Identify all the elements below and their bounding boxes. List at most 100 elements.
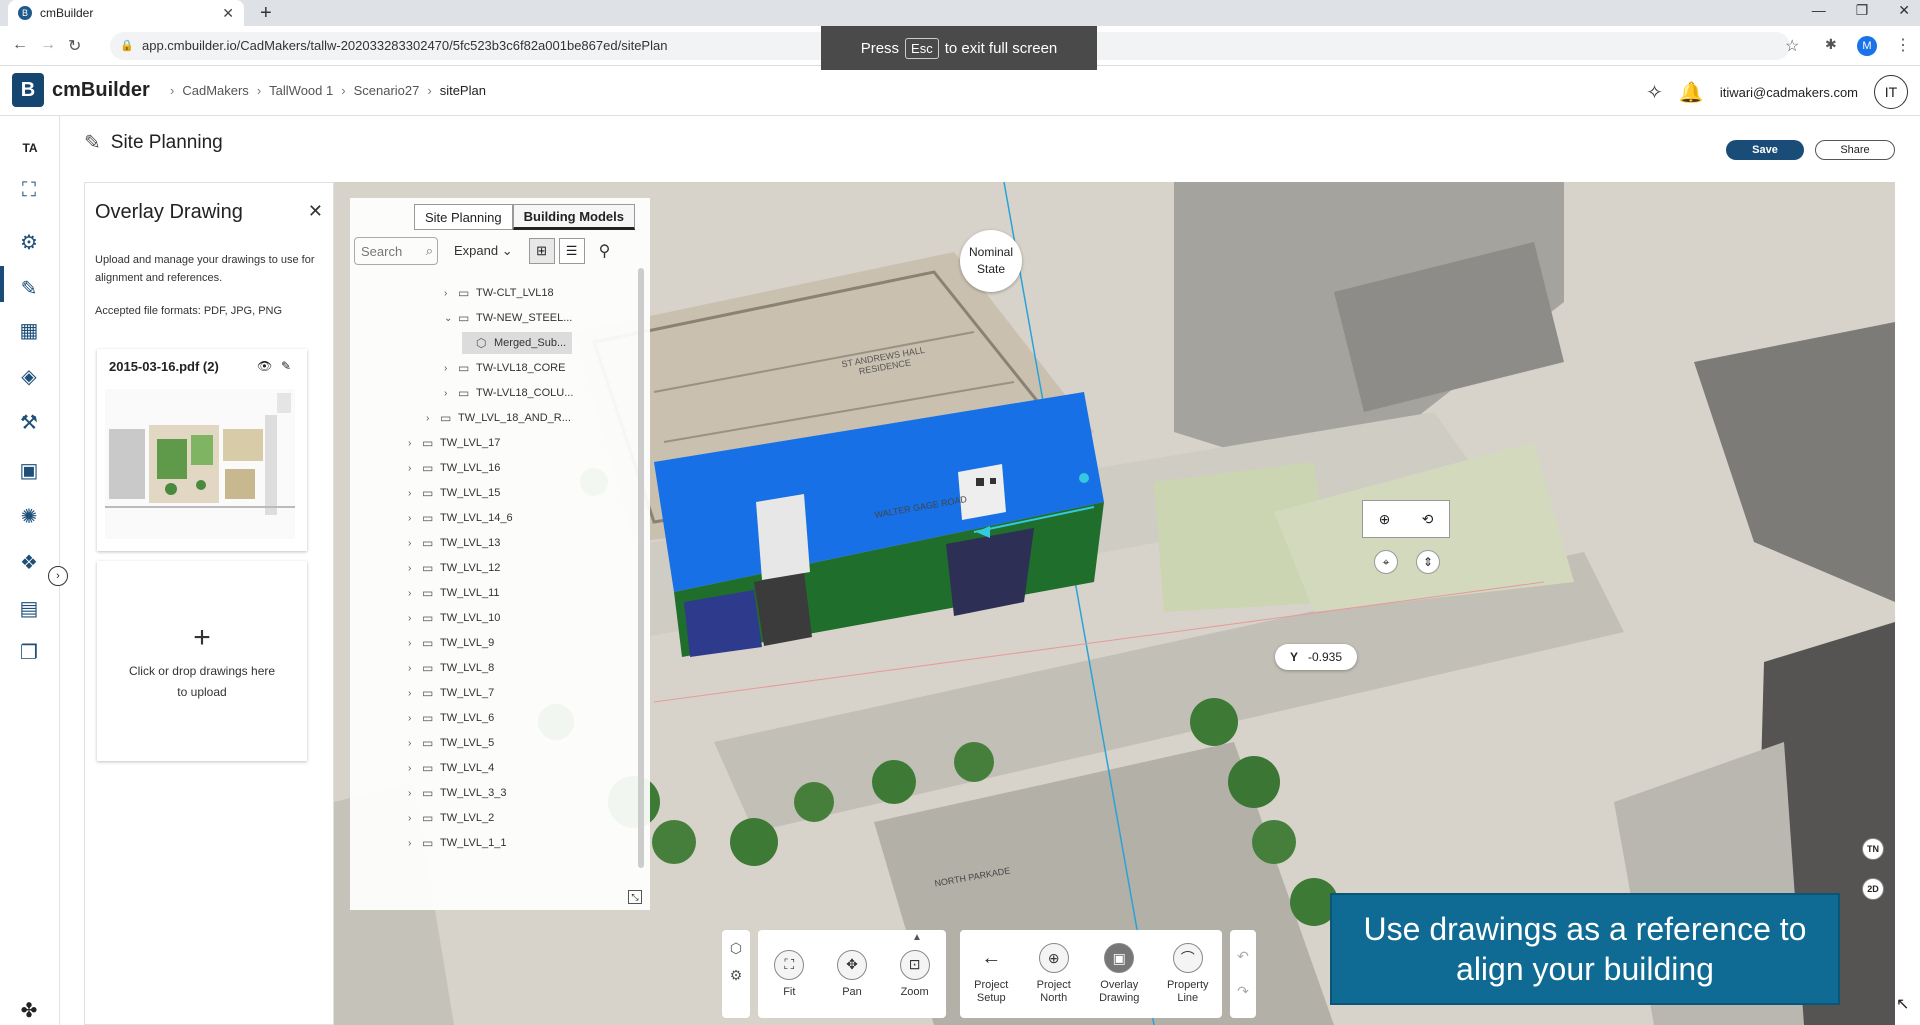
chevron-right-icon[interactable]: › <box>408 713 422 724</box>
chevron-right-icon[interactable]: › <box>408 613 422 624</box>
chevron-right-icon[interactable]: › <box>408 738 422 749</box>
close-window-icon[interactable]: ✕ <box>1898 2 1910 19</box>
edit-pencil-icon[interactable]: ✎ <box>281 359 291 373</box>
breadcrumb-org[interactable]: CadMakers <box>182 83 248 98</box>
rotate-mode-icon[interactable]: ⟲ <box>1422 511 1434 528</box>
tree-row[interactable]: › ▭ TW_LVL_8 <box>408 657 494 679</box>
share-button[interactable]: Share <box>1815 140 1895 160</box>
chevron-up-icon[interactable]: ▲ <box>912 932 922 943</box>
back-icon[interactable]: ← <box>12 36 28 54</box>
chevron-right-icon[interactable]: › <box>444 288 458 299</box>
forward-icon[interactable]: → <box>40 36 56 54</box>
chevron-right-icon[interactable]: › <box>408 463 422 474</box>
team-avatar[interactable]: TA <box>16 134 44 162</box>
browser-tab[interactable]: B cmBuilder ✕ <box>8 0 244 26</box>
bell-icon[interactable]: 🔔 <box>1679 80 1704 105</box>
chevron-right-icon[interactable]: › <box>408 638 422 649</box>
browser-menu-icon[interactable]: ⋮ <box>1895 35 1911 55</box>
tree-row[interactable]: › ▭ TW_LVL_15 <box>408 482 500 504</box>
site-planning-icon[interactable]: ✎ <box>14 274 44 302</box>
chevron-right-icon[interactable]: › <box>408 813 422 824</box>
components-icon[interactable]: ❖ <box>14 548 44 576</box>
undo-icon[interactable]: ↶ <box>1230 948 1256 965</box>
chevron-right-icon[interactable]: › <box>408 588 422 599</box>
upload-dropzone[interactable]: + Click or drop drawings here to upload <box>97 561 307 761</box>
chevron-right-icon[interactable]: › <box>408 763 422 774</box>
tree-row[interactable]: › ▭ TW_LVL_14_6 <box>408 507 513 529</box>
elevation-icon[interactable]: ⇕ <box>1416 550 1440 574</box>
tree-row[interactable]: › ▭ TW-CLT_LVL18 <box>444 282 554 304</box>
redo-icon[interactable]: ↷ <box>1230 983 1256 1000</box>
tab-site-planning[interactable]: Site Planning <box>414 204 513 230</box>
user-email[interactable]: itiwari@cadmakers.com <box>1720 85 1858 100</box>
tree-row[interactable]: › ▭ TW_LVL_7 <box>408 682 494 704</box>
analysis-icon[interactable]: ✺ <box>14 502 44 530</box>
app-logo[interactable]: B cmBuilder <box>12 73 150 107</box>
filter-icon[interactable]: ⚲ <box>599 241 611 261</box>
project-north-tool[interactable]: ⊕ Project North <box>1032 943 1076 1005</box>
tree-search-input[interactable]: Search ⌕ <box>354 237 438 265</box>
fit-tool[interactable]: ⛶ Fit <box>774 949 805 999</box>
app-switcher-icon[interactable]: ✤ <box>14 996 44 1024</box>
chevron-right-icon[interactable]: › <box>426 413 440 424</box>
tree-row[interactable]: › ▭ TW_LVL_9 <box>408 632 494 654</box>
breadcrumb-project[interactable]: TallWood 1 <box>269 83 333 98</box>
tools-icon[interactable]: ⚒ <box>14 408 44 436</box>
view-mode-toggle[interactable]: 2D <box>1862 878 1884 900</box>
tree-scrollbar[interactable] <box>638 268 644 868</box>
tree-row[interactable]: ⌄ ▭ TW-NEW_STEEL... <box>444 307 572 329</box>
tree-row[interactable]: › ▭ TW-LVL18_COLU... <box>444 382 573 404</box>
view-settings-icon[interactable]: ⚙ <box>722 967 750 984</box>
list-view-icon[interactable]: ☰ <box>558 238 585 264</box>
chevron-right-icon[interactable]: › <box>408 688 422 699</box>
restore-icon[interactable]: ❐ <box>1856 2 1869 19</box>
tree-row[interactable]: › ▭ TW_LVL_17 <box>408 432 500 454</box>
nominal-state-badge[interactable]: Nominal State <box>960 230 1022 292</box>
tree-row[interactable]: › ▭ TW_LVL_13 <box>408 532 500 554</box>
expand-dropdown[interactable]: Expand ⌄ <box>454 243 513 259</box>
project-settings-icon[interactable]: ⚙ <box>14 228 44 256</box>
chevron-right-icon[interactable]: › <box>408 438 422 449</box>
cube-view-icon[interactable]: ⬡ <box>722 940 750 957</box>
breadcrumb-scenario[interactable]: Scenario27 <box>354 83 420 98</box>
crosshair-icon[interactable]: ⌖ <box>1374 550 1398 574</box>
tree-row[interactable]: ⬡ Merged_Sub... <box>462 332 573 354</box>
bookmark-star-icon[interactable]: ☆ <box>1785 36 1799 56</box>
chevron-right-icon[interactable]: › <box>408 563 422 574</box>
pan-tool[interactable]: ✥ Pan <box>836 949 867 999</box>
layers-icon[interactable]: ◈ <box>14 362 44 390</box>
true-north-icon[interactable]: TN <box>1862 838 1884 860</box>
tree-row[interactable]: › ▭ TW-LVL18_CORE <box>444 357 565 379</box>
chevron-right-icon[interactable]: › <box>408 538 422 549</box>
documents-icon[interactable]: ❐ <box>14 638 44 666</box>
save-button[interactable]: Save <box>1726 140 1804 160</box>
tree-row[interactable]: › ▭ TW_LVL_1_1 <box>408 832 506 854</box>
reports-icon[interactable]: ▤ <box>14 594 44 622</box>
tab-building-models[interactable]: Building Models <box>512 204 636 230</box>
expand-rail-icon[interactable]: › <box>48 566 68 586</box>
overlay-drawing-tool[interactable]: ▣ Overlay Drawing <box>1094 943 1144 1005</box>
chevron-right-icon[interactable]: › <box>444 363 458 374</box>
property-line-tool[interactable]: ⌒ Property Line <box>1163 943 1213 1005</box>
zoom-tool[interactable]: ⊡ Zoom <box>899 949 930 999</box>
user-avatar[interactable]: IT <box>1874 75 1908 109</box>
new-tab-icon[interactable]: + <box>260 2 272 25</box>
tree-row[interactable]: › ▭ TW_LVL_10 <box>408 607 500 629</box>
close-tab-icon[interactable]: ✕ <box>222 5 234 22</box>
hierarchy-view-icon[interactable]: ⊞ <box>528 238 555 264</box>
chevron-down-icon[interactable]: ⌄ <box>444 313 458 324</box>
chevron-right-icon[interactable]: › <box>408 488 422 499</box>
extensions-icon[interactable]: ✱ <box>1825 36 1837 53</box>
move-mode-icon[interactable]: ⊕ <box>1379 511 1391 528</box>
close-panel-icon[interactable]: ✕ <box>308 201 323 222</box>
tree-row[interactable]: › ▭ TW_LVL_2 <box>408 807 494 829</box>
reload-icon[interactable]: ↻ <box>68 36 81 56</box>
chevron-right-icon[interactable]: › <box>444 388 458 399</box>
tree-row[interactable]: › ▭ TW_LVL_4 <box>408 757 494 779</box>
minimize-icon[interactable]: — <box>1812 2 1826 19</box>
schedule-icon[interactable]: ▦ <box>14 316 44 344</box>
chevron-right-icon[interactable]: › <box>408 838 422 849</box>
chevron-right-icon[interactable]: › <box>408 663 422 674</box>
tree-row[interactable]: › ▭ TW_LVL_12 <box>408 557 500 579</box>
project-overview-icon[interactable]: ⛶ <box>14 176 44 204</box>
